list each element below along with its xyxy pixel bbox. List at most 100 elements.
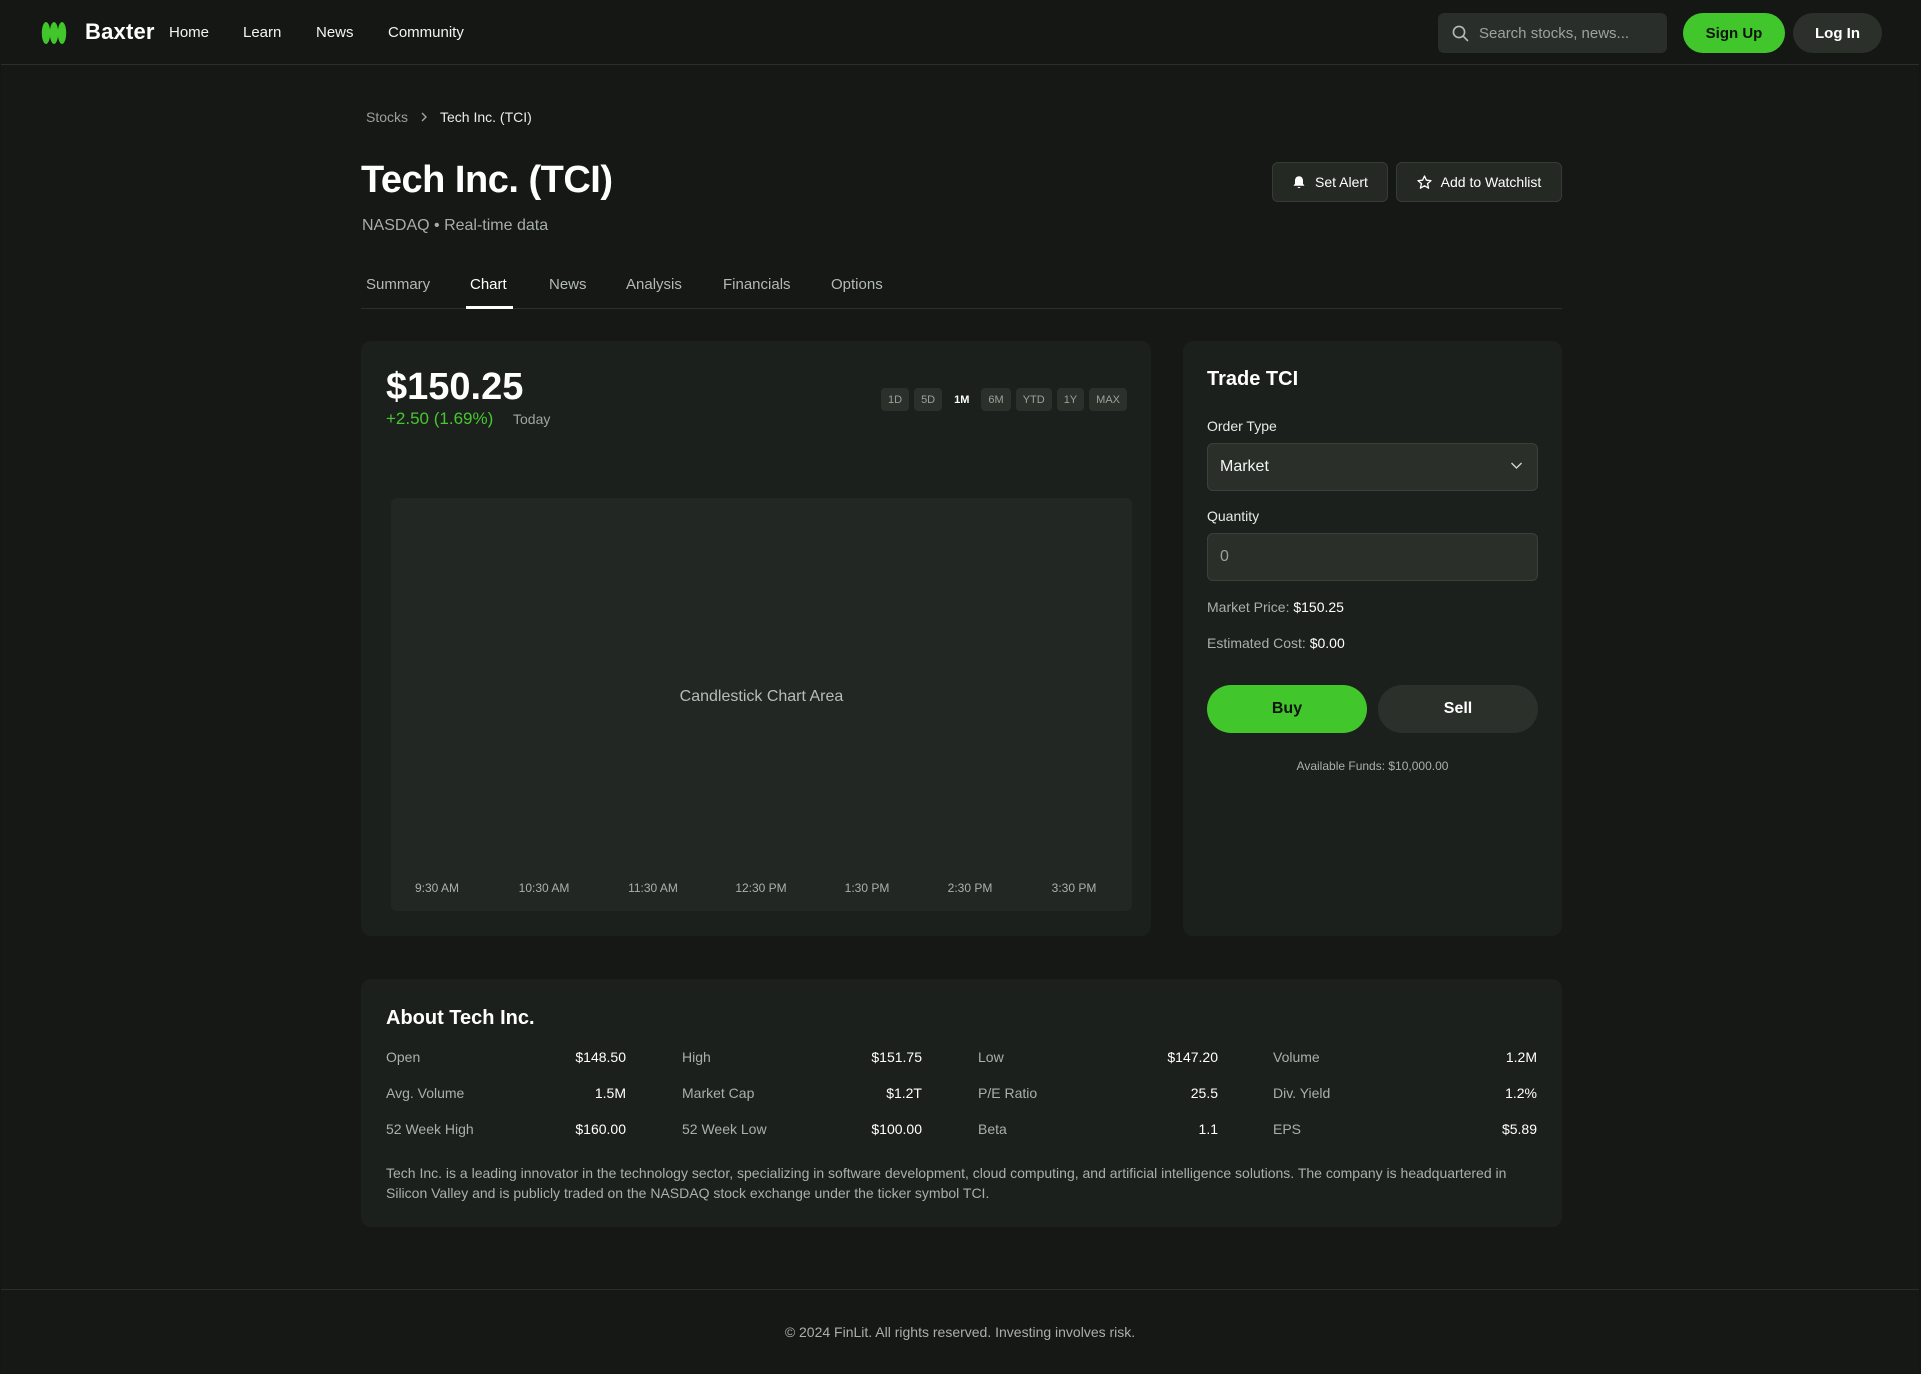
range-1m[interactable]: 1M (947, 388, 976, 411)
set-alert-button[interactable]: Set Alert (1272, 162, 1388, 202)
range-6m[interactable]: 6M (981, 388, 1011, 411)
market-price-value: $150.25 (1293, 599, 1344, 615)
stat-label: Low (978, 1049, 1004, 1065)
stat-label: 52 Week Low (682, 1121, 767, 1137)
available-funds: Available Funds: $10,000.00 (1296, 759, 1449, 773)
stat-value: $1.2T (886, 1085, 922, 1101)
stat-value: 1.1 (1198, 1121, 1218, 1137)
chart-placeholder-text: Candlestick Chart Area (679, 688, 844, 705)
stat-label: Volume (1273, 1049, 1320, 1065)
stat-value: $151.75 (871, 1049, 922, 1065)
breadcrumb-stocks-link[interactable]: Stocks (366, 109, 408, 125)
estimated-cost-line: Estimated Cost: $0.00 (1207, 635, 1345, 651)
x-axis-tick: 10:30 AM (518, 881, 570, 895)
about-section: About Tech Inc. Open $148.50 High $151.7… (361, 979, 1562, 1227)
range-max[interactable]: MAX (1089, 388, 1127, 411)
stat-value: $100.00 (871, 1121, 922, 1137)
search-input[interactable] (1479, 24, 1659, 42)
tab-options[interactable]: Options (831, 276, 883, 293)
nav-link-news[interactable]: News (316, 24, 354, 41)
stat-value: $148.50 (575, 1049, 626, 1065)
about-title: About Tech Inc. (386, 1007, 535, 1029)
nav-link-community[interactable]: Community (388, 24, 464, 41)
candlestick-chart-area[interactable]: Candlestick Chart Area 9:30 AM 10:30 AM … (391, 498, 1132, 911)
add-to-watchlist-button[interactable]: Add to Watchlist (1396, 162, 1562, 202)
stat-value: 25.5 (1190, 1085, 1218, 1101)
stat-value: $147.20 (1167, 1049, 1218, 1065)
quantity-input[interactable] (1207, 533, 1538, 581)
stat-value: $5.89 (1501, 1121, 1537, 1137)
breadcrumb: Stocks Tech Inc. (TCI) (366, 109, 532, 125)
stat-value: $160.00 (575, 1121, 626, 1137)
quantity-label: Quantity (1207, 508, 1260, 524)
nav-link-home[interactable]: Home (169, 24, 209, 41)
stat-label: High (682, 1049, 711, 1065)
stat-label: Market Cap (682, 1085, 755, 1101)
chevron-down-icon (1510, 462, 1523, 470)
market-price-label: Market Price: (1207, 599, 1290, 615)
order-type-label: Order Type (1207, 418, 1277, 434)
search-box[interactable] (1438, 13, 1667, 53)
tab-summary[interactable]: Summary (366, 276, 430, 293)
brand-name[interactable]: Baxter (85, 19, 155, 45)
order-type-value: Market (1220, 458, 1269, 475)
company-description: Tech Inc. is a leading innovator in the … (386, 1165, 1507, 1201)
stock-tabs: Summary Chart News Analysis Financials O… (361, 269, 1562, 309)
order-type-select[interactable]: Market (1207, 443, 1538, 491)
logo-icon[interactable] (41, 20, 67, 46)
page-title: Tech Inc. (TCI) (361, 159, 613, 201)
buy-button[interactable]: Buy (1207, 685, 1367, 733)
market-price-line: Market Price: $150.25 (1207, 599, 1344, 615)
stat-label: 52 Week High (386, 1121, 474, 1137)
trade-title: Trade TCI (1207, 368, 1299, 390)
sign-up-button[interactable]: Sign Up (1683, 13, 1785, 53)
chart-card: $150.25 +2.50 (1.69%) Today 1D 5D 1M 6M … (361, 341, 1151, 936)
footer-copyright: © 2024 FinLit. All rights reserved. Inve… (784, 1324, 1136, 1340)
trade-panel: Trade TCI Order Type Market Quantity Mar… (1183, 341, 1562, 936)
current-price: $150.25 (386, 366, 524, 408)
time-range-selector: 1D 5D 1M 6M YTD 1Y MAX (881, 388, 1127, 411)
price-change: +2.50 (1.69%) (386, 409, 494, 428)
x-axis-tick: 12:30 PM (735, 881, 787, 895)
stat-label: P/E Ratio (978, 1085, 1038, 1101)
footer-divider (1, 1289, 1919, 1290)
nav-link-learn[interactable]: Learn (243, 24, 281, 41)
sell-button[interactable]: Sell (1378, 685, 1538, 733)
range-1d[interactable]: 1D (881, 388, 910, 411)
x-axis-tick: 3:30 PM (1051, 881, 1097, 895)
range-ytd[interactable]: YTD (1015, 388, 1052, 411)
bell-icon (1293, 175, 1305, 188)
search-icon (1452, 25, 1469, 41)
estimated-cost-value: $0.00 (1309, 635, 1345, 651)
stat-label: Avg. Volume (386, 1085, 465, 1101)
x-axis-tick: 2:30 PM (947, 881, 993, 895)
stat-label: Div. Yield (1273, 1085, 1331, 1101)
tab-analysis[interactable]: Analysis (626, 276, 682, 293)
chevron-right-icon (420, 110, 428, 125)
tab-news[interactable]: News (549, 276, 587, 293)
range-5d[interactable]: 5D (914, 388, 943, 411)
active-tab-indicator (466, 306, 513, 309)
breadcrumb-current: Tech Inc. (TCI) (440, 109, 532, 125)
page-frame: Baxter Home Learn News Community Sign Up… (1, 1, 1919, 1373)
x-axis-tick: 9:30 AM (414, 881, 460, 895)
tab-chart[interactable]: Chart (470, 276, 507, 293)
x-axis-tick: 11:30 AM (628, 881, 678, 895)
tab-financials[interactable]: Financials (723, 276, 791, 293)
set-alert-label: Set Alert (1315, 174, 1368, 190)
range-1y[interactable]: 1Y (1056, 388, 1085, 411)
top-navigation: Baxter Home Learn News Community Sign Up… (1, 1, 1919, 65)
stat-label: EPS (1273, 1121, 1302, 1137)
period-label: Today (513, 411, 551, 427)
x-axis-tick: 1:30 PM (844, 881, 890, 895)
stat-value: 1.2% (1505, 1085, 1537, 1101)
stat-value: 1.2M (1505, 1049, 1537, 1065)
add-to-watchlist-label: Add to Watchlist (1440, 174, 1542, 190)
log-in-button[interactable]: Log In (1793, 13, 1882, 53)
estimated-cost-label: Estimated Cost: (1207, 635, 1306, 651)
stat-value: 1.5M (594, 1085, 626, 1101)
star-icon (1417, 174, 1432, 189)
stat-label: Open (386, 1049, 421, 1065)
exchange-subtitle: NASDAQ • Real-time data (362, 217, 549, 234)
stat-label: Beta (978, 1121, 1007, 1137)
